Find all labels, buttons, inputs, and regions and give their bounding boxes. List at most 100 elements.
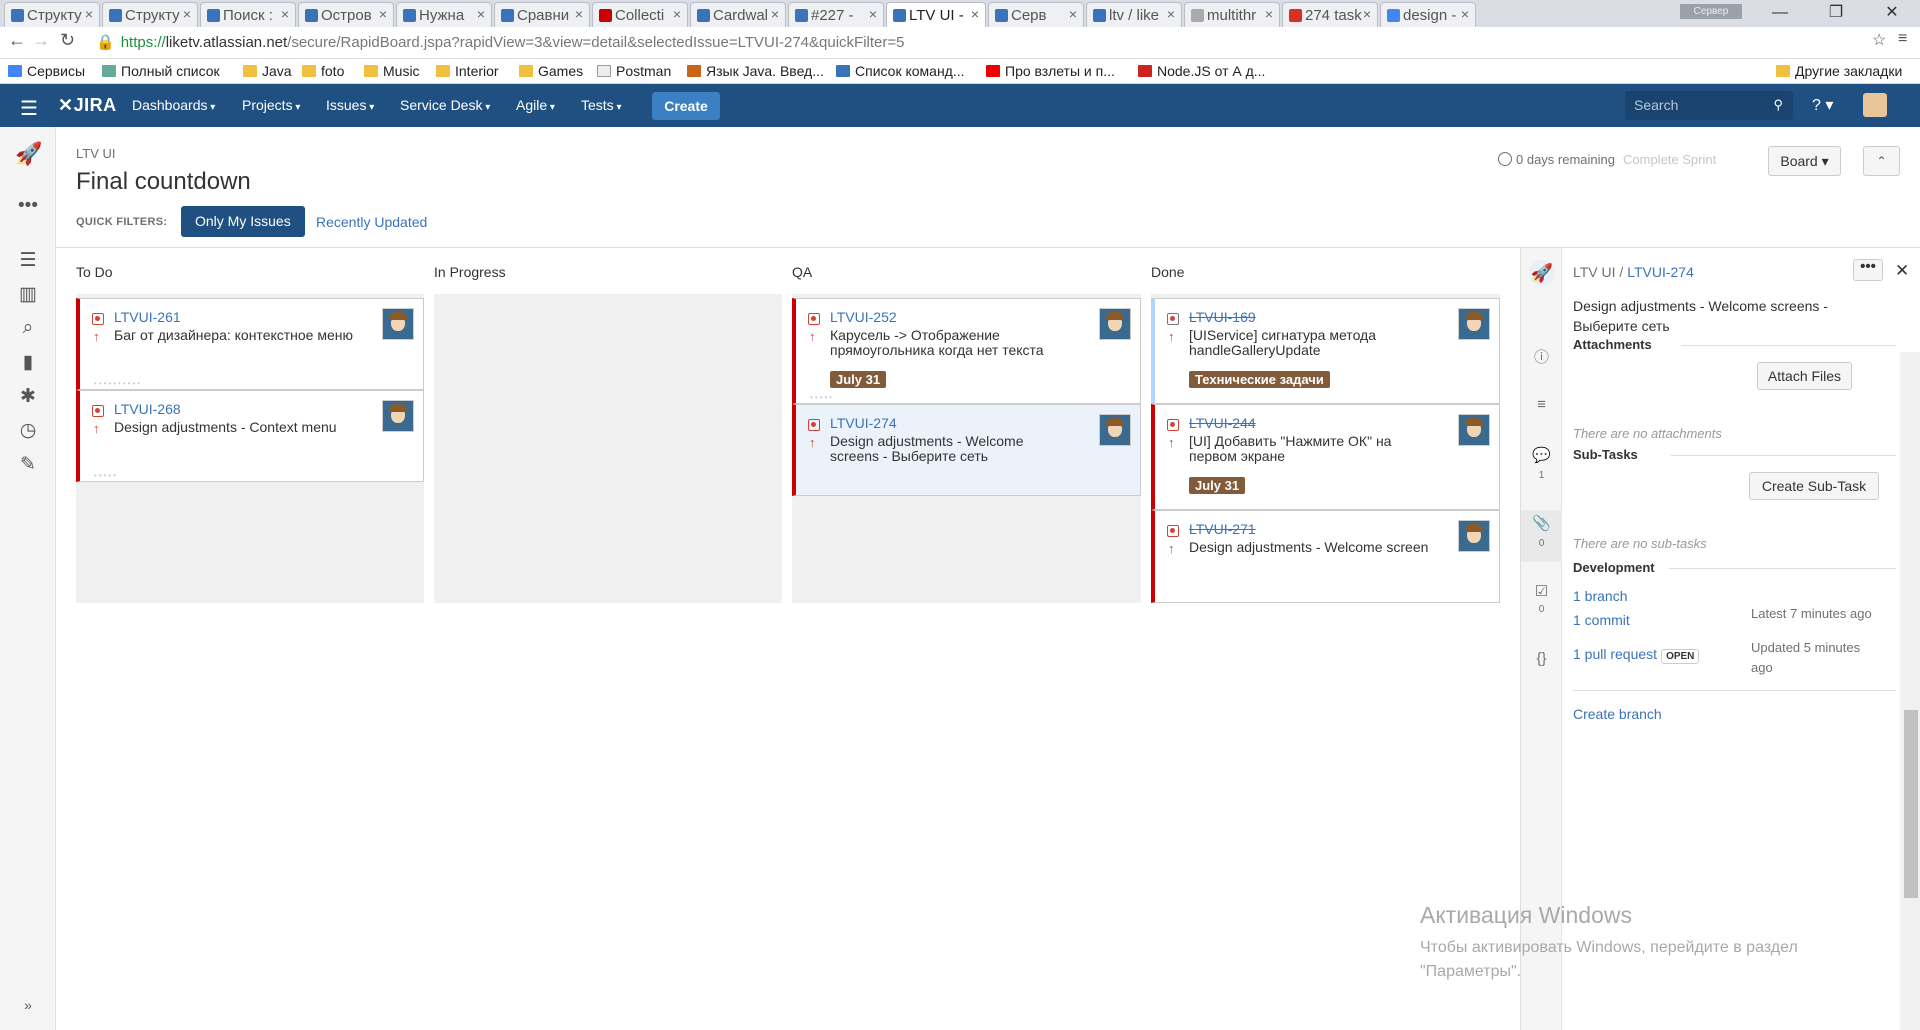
branch-link[interactable]: 1 branch	[1573, 588, 1627, 604]
expand-sidebar-icon[interactable]: »	[17, 997, 39, 1013]
issue-card[interactable]: LTVUI-169 ↑ [UIService] сигнатура метода…	[1151, 298, 1500, 404]
scrollbar-thumb[interactable]	[1904, 710, 1918, 898]
nav-issues[interactable]: Issues	[326, 97, 374, 113]
browser-tab[interactable]: Cardwal ×	[690, 2, 786, 27]
description-icon[interactable]: ≡	[1521, 396, 1562, 413]
issue-card[interactable]: LTVUI-244 ↑ [UI] Добавить "Нажмите ОК" н…	[1151, 404, 1500, 510]
search-input[interactable]: Search ⚲	[1625, 91, 1793, 120]
filter-recently-updated[interactable]: Recently Updated	[316, 214, 427, 230]
tab-close-icon[interactable]: ×	[281, 6, 289, 22]
bookmark-item[interactable]: Полный список	[102, 63, 220, 79]
browser-tab[interactable]: #227 - ×	[788, 2, 884, 27]
tab-close-icon[interactable]: ×	[477, 6, 485, 22]
bug-icon[interactable]: ✱	[17, 385, 39, 408]
bookmark-item[interactable]: Java	[243, 63, 292, 79]
tab-close-icon[interactable]: ×	[379, 6, 387, 22]
tab-close-icon[interactable]: ×	[575, 6, 583, 22]
menu-icon[interactable]: ≡	[1898, 30, 1907, 48]
tab-close-icon[interactable]: ×	[971, 6, 979, 22]
url-field[interactable]: 🔒 https://liketv.atlassian.net/secure/Rap…	[96, 30, 1906, 55]
issue-key[interactable]: LTVUI-271	[1189, 521, 1256, 537]
hamburger-icon[interactable]: ☰	[20, 96, 38, 121]
bookmark-item[interactable]: foto	[302, 63, 344, 79]
issue-key[interactable]: LTVUI-169	[1189, 309, 1256, 325]
tab-close-icon[interactable]: ×	[183, 6, 191, 22]
board-icon[interactable]: ▥	[17, 283, 39, 306]
more-icon[interactable]: •••	[17, 195, 39, 217]
tab-close-icon[interactable]: ×	[1461, 6, 1469, 22]
issue-key[interactable]: LTVUI-252	[830, 309, 897, 325]
browser-tab[interactable]: Поиск : ×	[200, 2, 296, 27]
help-icon[interactable]: ? ▾	[1812, 95, 1833, 115]
backlog-icon[interactable]: ☰	[17, 249, 39, 272]
create-subtask-button[interactable]: Create Sub-Task	[1749, 472, 1879, 500]
issue-card[interactable]: LTVUI-271 ↑ Design adjustments - Welcome…	[1151, 510, 1500, 603]
browser-tab-active[interactable]: LTV UI - ×	[886, 2, 986, 27]
issue-card-selected[interactable]: LTVUI-274 ↑ Design adjustments - Welcome…	[792, 404, 1141, 496]
reload-icon[interactable]: ↻	[60, 30, 75, 51]
tab-close-icon[interactable]: ×	[869, 6, 877, 22]
bookmark-item[interactable]: Список команд...	[836, 63, 965, 79]
bookmark-item[interactable]: Node.JS от А д...	[1138, 63, 1265, 79]
development-braces-icon[interactable]: {}	[1521, 650, 1562, 667]
issue-key[interactable]: LTVUI-274	[830, 415, 897, 431]
complete-sprint-link[interactable]: Complete Sprint	[1623, 152, 1716, 167]
create-branch-link[interactable]: Create branch	[1573, 706, 1662, 722]
tab-close-icon[interactable]: ×	[1363, 6, 1371, 22]
browser-tab[interactable]: Остров ×	[298, 2, 394, 27]
browser-tab[interactable]: Серв ×	[988, 2, 1084, 27]
tab-close-icon[interactable]: ×	[1167, 6, 1175, 22]
close-window-icon[interactable]: ✕	[1864, 0, 1920, 27]
releases-icon[interactable]: ◷	[17, 419, 39, 442]
minimize-icon[interactable]: —	[1752, 0, 1808, 27]
bookmark-item[interactable]: Язык Java. Введ...	[687, 63, 824, 79]
bookmark-item[interactable]: Сервисы	[8, 63, 85, 79]
issue-card[interactable]: LTVUI-252 ↑ Карусель -> Отображение прям…	[792, 298, 1141, 404]
browser-tab[interactable]: 274 task ×	[1282, 2, 1378, 27]
bookmark-item[interactable]: Games	[519, 63, 583, 79]
other-bookmarks[interactable]: Другие закладки	[1776, 63, 1902, 79]
tab-close-icon[interactable]: ×	[673, 6, 681, 22]
bookmark-item[interactable]: Postman	[597, 63, 671, 79]
browser-tab[interactable]: design - ×	[1380, 2, 1476, 27]
tab-close-icon[interactable]: ×	[1069, 6, 1077, 22]
project-avatar-icon[interactable]: 🚀	[15, 141, 42, 167]
forward-arrow-icon[interactable]: →	[32, 30, 50, 51]
jira-logo[interactable]: ✕JIRA	[58, 95, 117, 116]
user-avatar[interactable]	[1863, 93, 1887, 117]
nav-service-desk[interactable]: Service Desk	[400, 97, 490, 113]
browser-tab[interactable]: ltv / like ×	[1086, 2, 1182, 27]
detail-summary[interactable]: Design adjustments - Welcome screens - В…	[1573, 296, 1853, 336]
detail-scrollbar[interactable]	[1900, 352, 1920, 1030]
issue-card[interactable]: LTVUI-268 ↑ Design adjustments - Context…	[76, 390, 424, 482]
nav-projects[interactable]: Projects	[242, 97, 300, 113]
detail-issue-key[interactable]: LTVUI-274	[1627, 264, 1694, 280]
bookmark-item[interactable]: Про взлеты и п...	[986, 63, 1115, 79]
board-menu-button[interactable]: Board ▾	[1768, 146, 1841, 176]
browser-tab[interactable]: Структу ×	[102, 2, 198, 27]
attach-files-button[interactable]: Attach Files	[1757, 362, 1852, 390]
pull-request-link[interactable]: 1 pull request OPEN	[1573, 646, 1700, 664]
attachment-paperclip-icon[interactable]: 📎	[1521, 514, 1562, 532]
reports-search-icon[interactable]: ⌕	[17, 317, 39, 339]
create-button[interactable]: Create	[652, 92, 720, 120]
browser-tab[interactable]: Collecti ×	[592, 2, 688, 27]
commit-link[interactable]: 1 commit	[1573, 612, 1630, 628]
bookmark-star-icon[interactable]: ☆	[1872, 30, 1886, 50]
back-arrow-icon[interactable]: ←	[8, 30, 26, 51]
browser-tab[interactable]: Сравни ×	[494, 2, 590, 27]
comments-icon[interactable]: 💬	[1521, 446, 1562, 464]
nav-agile[interactable]: Agile	[516, 97, 555, 113]
browser-tab[interactable]: Структу ×	[4, 2, 100, 27]
close-icon[interactable]: ✕	[1895, 261, 1909, 281]
more-actions-button[interactable]: •••	[1853, 259, 1883, 281]
maximize-icon[interactable]: ❐	[1808, 0, 1864, 27]
tab-close-icon[interactable]: ×	[1265, 6, 1273, 22]
browser-tab[interactable]: multithr ×	[1184, 2, 1280, 27]
collapse-header-icon[interactable]: ⌃	[1863, 146, 1900, 176]
issue-key[interactable]: LTVUI-268	[114, 401, 181, 417]
issue-card[interactable]: LTVUI-261 ↑ Баг от дизайнера: контекстно…	[76, 298, 424, 390]
browser-tab[interactable]: Нужна ×	[396, 2, 492, 27]
reports-icon[interactable]: ▮	[17, 351, 39, 374]
bookmark-item[interactable]: Music	[364, 63, 420, 79]
